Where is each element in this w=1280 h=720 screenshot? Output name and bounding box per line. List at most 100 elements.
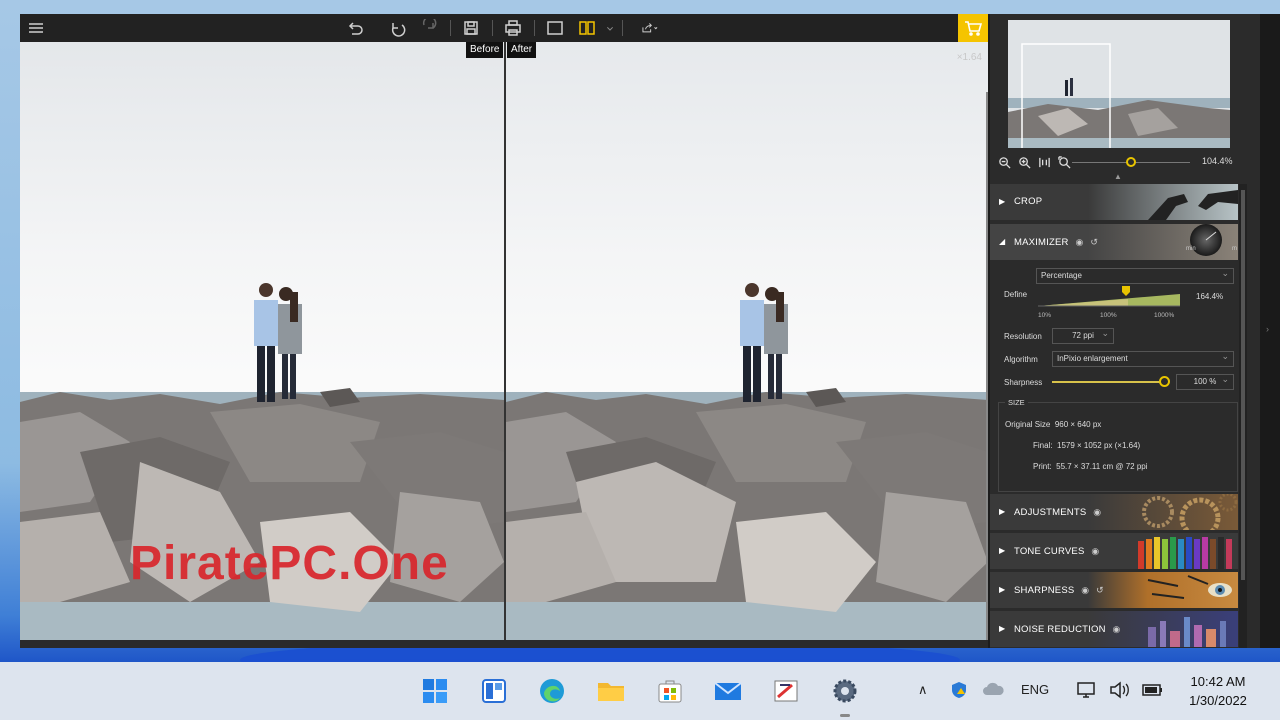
section-adjustments[interactable]: ▶ ADJUSTMENTS ◉ [990,494,1238,530]
share-icon[interactable] [634,18,666,38]
actual-size-icon[interactable] [1036,154,1052,170]
cart-icon[interactable] [958,14,988,42]
chevron-right-icon[interactable]: › [1266,324,1269,334]
save-icon[interactable] [460,18,482,38]
sharpness-input[interactable]: 100 % [1176,372,1234,390]
expand-arrow-icon: ▶ [999,624,1006,633]
after-image[interactable]: ×1.64 [506,42,988,640]
battery-icon[interactable] [1141,680,1165,703]
visibility-eye-icon[interactable]: ◉ [1093,507,1101,517]
zoom-out-icon[interactable] [996,154,1012,170]
original-size-label: Original Size [1005,420,1051,429]
crop-banner-image [1088,184,1238,220]
view-dropdown-chevron-icon[interactable] [604,18,616,38]
reset-icon[interactable]: ↺ [1090,237,1098,247]
image-canvas[interactable]: PiratePC.One ×1.64 [20,42,988,640]
windows-start-icon[interactable] [420,676,450,706]
toolbar-separator [492,20,493,36]
expand-arrow-icon: ▶ [999,546,1006,555]
before-image[interactable]: PiratePC.One [20,42,504,640]
edge-icon[interactable] [537,676,567,706]
onedrive-cloud-icon[interactable] [981,680,1005,701]
sharpness-slider-knob[interactable] [1159,376,1170,387]
canvas-horizontal-bar[interactable] [20,640,988,648]
section-adjustments-label: ADJUSTMENTS ◉ [1014,494,1101,530]
resolution-input[interactable]: 72 ppi [1052,326,1114,344]
size-info-box: SIZE Original Size 960 × 640 px Final: 1… [998,398,1238,492]
visibility-eye-icon[interactable]: ◉ [1091,546,1099,556]
undo-all-icon[interactable] [344,18,366,38]
navigator-tools [996,154,1072,170]
split-view-icon[interactable] [576,18,598,38]
final-size-row: Final: 1579 × 1052 px (×1.64) [1033,441,1140,450]
zoom-factor-label: ×1.64 [956,52,982,63]
tick-10: 10% [1038,312,1052,319]
visibility-eye-icon[interactable]: ◉ [1113,624,1121,634]
canvas-scrollbar[interactable] [986,92,988,640]
panel-scrollbar[interactable] [1239,184,1247,648]
size-title: SIZE [1005,398,1028,407]
toolbar-separator [450,20,451,36]
knob-min-label: min [1186,246,1196,252]
mode-dropdown[interactable]: Percentage [1036,266,1234,284]
expand-arrow-icon: ▶ [999,507,1006,516]
navigator-zoom-value: 104.4% [1202,156,1233,166]
menu-icon[interactable] [25,18,47,38]
system-clock[interactable]: 10:42 AM 1/30/2022 [1178,672,1258,710]
panel-scrollbar-thumb[interactable] [1241,190,1245,580]
sharpness-slider[interactable] [1052,381,1162,383]
maximizer-banner-image: min m [1088,224,1238,260]
define-label: Define [1004,290,1028,299]
tone-curves-banner-image [1088,533,1238,569]
section-noise-reduction[interactable]: ▶ NOISE REDUCTION ◉ [990,611,1238,647]
sharpness-label: Sharpness [1004,378,1043,387]
collapse-arrow-icon: ◢ [999,237,1006,246]
collapse-navigator-icon[interactable]: ▲ [1114,172,1122,181]
main-toolbar [20,14,988,42]
section-crop[interactable]: ▶ CROP [990,184,1238,220]
tick-100: 100% [1100,312,1117,319]
settings-icon[interactable] [830,676,860,706]
undo-icon[interactable] [386,18,408,38]
print-size-value: 55.7 × 37.11 cm @ 72 ppi [1056,462,1148,471]
fit-to-screen-icon[interactable] [1056,154,1072,170]
right-collapsed-panel[interactable]: › [1260,14,1280,648]
section-crop-label: CROP [1014,196,1043,207]
section-sharpness-label: SHARPNESS ◉ ↺ [1014,572,1104,608]
knob-max-label: m [1232,246,1237,252]
widgets-icon[interactable] [479,676,509,706]
adjustments-banner-image [1088,494,1238,530]
section-sharpness[interactable]: ▶ SHARPNESS ◉ ↺ [990,572,1238,608]
paint-icon[interactable] [771,676,801,706]
algorithm-label: Algorithm [1004,355,1038,364]
language-indicator[interactable]: ENG [1021,682,1049,697]
before-label: Before [466,42,504,58]
section-maximizer[interactable]: ◢ MAXIMIZER ◉ ↺ min m [990,224,1238,260]
navigator-zoom-knob[interactable] [1126,157,1136,167]
visibility-eye-icon[interactable]: ◉ [1081,585,1089,595]
visibility-eye-icon[interactable]: ◉ [1075,237,1083,247]
redo-icon[interactable] [418,18,440,38]
define-slider[interactable] [1038,290,1180,308]
network-icon[interactable] [1076,680,1098,703]
toolbar-separator [534,20,535,36]
print-icon[interactable] [502,18,524,38]
clock-date: 1/30/2022 [1189,693,1247,708]
microsoft-store-icon[interactable] [655,676,685,706]
zoom-in-icon[interactable] [1016,154,1032,170]
volume-icon[interactable] [1108,680,1130,703]
file-explorer-icon[interactable] [596,676,626,706]
show-hidden-icons-chevron-icon[interactable]: ∧ [918,682,928,698]
section-tone-curves[interactable]: ▶ TONE CURVES ◉ [990,533,1238,569]
original-size-value: 960 × 640 px [1054,420,1102,429]
toolbar-separator [622,20,623,36]
security-shield-icon[interactable] [949,680,969,703]
single-view-icon[interactable] [544,18,566,38]
navigator-thumbnail[interactable] [1008,20,1230,148]
tools-panel: 104.4% ▲ ▶ CROP ◢ MAXIMIZER ◉ ↺ min m Pe… [990,14,1260,648]
mail-icon[interactable] [713,676,743,706]
final-size-value: 1579 × 1052 px (×1.64) [1057,441,1141,450]
reset-icon[interactable]: ↺ [1096,585,1104,595]
algorithm-dropdown[interactable]: InPixio enlargement [1052,349,1234,367]
after-label: After [507,42,537,58]
